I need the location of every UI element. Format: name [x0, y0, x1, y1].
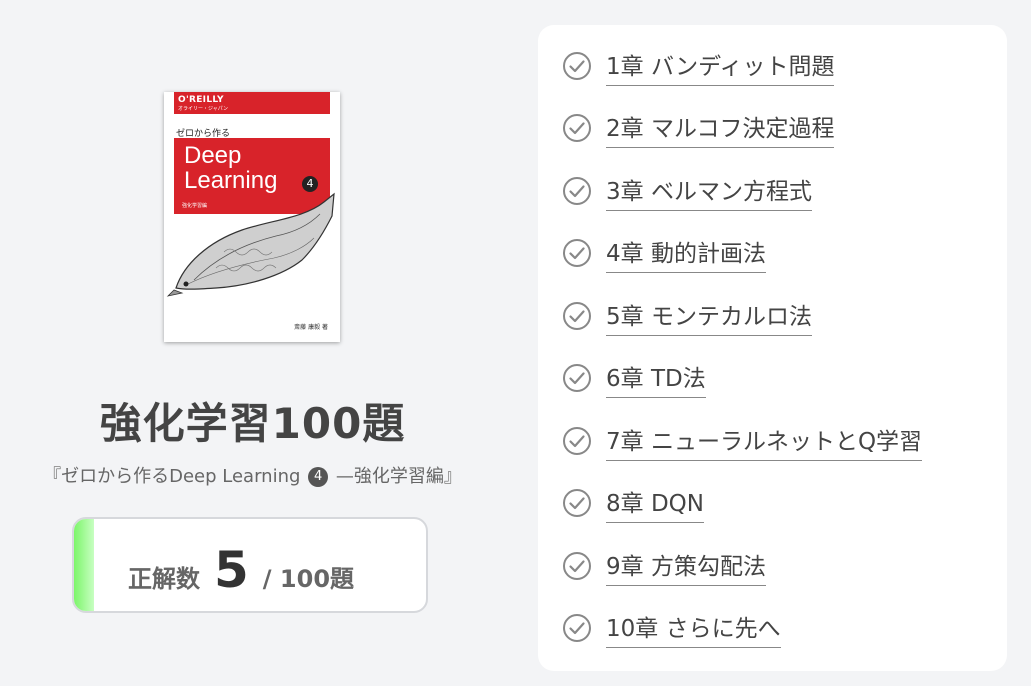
check-circle-icon: [563, 177, 591, 205]
chapter-list: 1章 バンディット問題 2章 マルコフ決定過程 3章 ベルマン方程式 4章 動的…: [538, 25, 1007, 671]
flatfish-illustration: [166, 192, 335, 297]
chapter-link[interactable]: 6章 TD法: [606, 359, 706, 398]
check-circle-icon: [563, 239, 591, 267]
score-total: / 100題: [262, 565, 355, 593]
check-circle-icon: [563, 552, 591, 580]
cover-title-line1: Deep: [184, 142, 242, 169]
chapter-link[interactable]: 4章 動的計画法: [606, 234, 766, 273]
book-cover: O'REILLY オライリー・ジャパン ゼロから作る Deep Learning…: [164, 92, 340, 342]
score-row: 正解数 5 / 100題: [128, 541, 354, 599]
page-title: 強化学習100題: [99, 399, 406, 448]
book-name: 『ゼロから作るDeep Learning 4 —強化学習編』: [0, 462, 505, 488]
chapter-link[interactable]: 8章 DQN: [606, 484, 704, 523]
check-circle-icon: [563, 364, 591, 392]
check-circle-icon: [563, 302, 591, 330]
cover-publisher-jp: オライリー・ジャパン: [178, 106, 229, 112]
check-circle-icon: [563, 427, 591, 455]
chapter-item[interactable]: 2章 マルコフ決定過程: [562, 108, 835, 148]
score-value: 5: [214, 541, 249, 599]
chapter-item[interactable]: 5章 モンテカルロ法: [562, 296, 812, 336]
chapter-link[interactable]: 5章 モンテカルロ法: [606, 297, 812, 336]
progress-bar: [74, 519, 94, 611]
left-panel: O'REILLY オライリー・ジャパン ゼロから作る Deep Learning…: [0, 0, 520, 686]
chapter-link[interactable]: 9章 方策勾配法: [606, 547, 766, 586]
cover-author: 斎藤 康毅 著: [294, 324, 328, 331]
cover-publisher: O'REILLY: [178, 95, 224, 105]
check-circle-icon: [563, 52, 591, 80]
book-volume-badge: 4: [308, 467, 329, 487]
score-card: 正解数 5 / 100題: [72, 517, 428, 613]
book-name-suffix: —強化学習編』: [335, 466, 462, 487]
check-circle-icon: [563, 614, 591, 642]
chapter-item[interactable]: 4章 動的計画法: [562, 233, 766, 273]
check-circle-icon: [563, 489, 591, 517]
chapter-item[interactable]: 9章 方策勾配法: [562, 546, 766, 586]
check-circle-icon: [563, 114, 591, 142]
book-name-prefix: 『ゼロから作るDeep Learning: [43, 466, 301, 487]
chapter-link[interactable]: 1章 バンディット問題: [606, 47, 835, 86]
chapter-item[interactable]: 3章 ベルマン方程式: [562, 171, 812, 211]
chapter-item[interactable]: 7章 ニューラルネットとQ学習: [562, 421, 923, 461]
chapter-item[interactable]: 1章 バンディット問題: [562, 46, 835, 86]
chapter-link[interactable]: 7章 ニューラルネットとQ学習: [606, 422, 923, 461]
chapter-item[interactable]: 8章 DQN: [562, 483, 704, 523]
chapter-link[interactable]: 10章 さらに先へ: [606, 609, 781, 648]
chapter-link[interactable]: 3章 ベルマン方程式: [606, 172, 812, 211]
chapter-link[interactable]: 2章 マルコフ決定過程: [606, 109, 835, 148]
chapter-item[interactable]: 10章 さらに先へ: [562, 608, 781, 648]
chapter-item[interactable]: 6章 TD法: [562, 358, 706, 398]
score-label: 正解数: [128, 565, 200, 593]
